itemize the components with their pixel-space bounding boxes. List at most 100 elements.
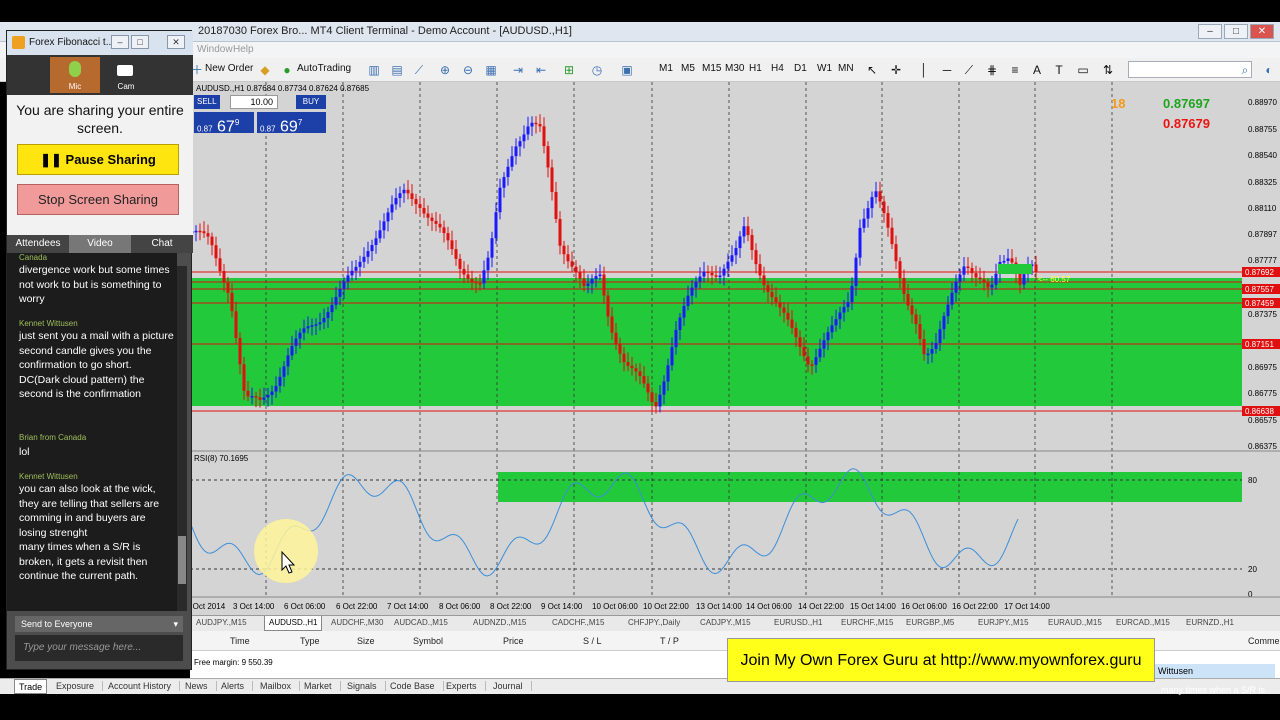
periods-icon[interactable]: ◷ <box>590 63 604 77</box>
terminal-column-header[interactable]: Price <box>503 636 524 646</box>
arrow-icon[interactable]: ▭ <box>1076 63 1090 77</box>
fibonacci-icon[interactable]: ≡ <box>1008 63 1022 77</box>
terminal-tab[interactable]: Trade <box>14 679 48 694</box>
tf-h4[interactable]: H4 <box>771 63 784 74</box>
tf-d1[interactable]: D1 <box>794 63 807 74</box>
terminal-tab[interactable]: Exposure <box>56 681 104 691</box>
buy-button[interactable]: BUY <box>296 95 326 109</box>
minimize-button[interactable]: – <box>1198 24 1222 39</box>
cursor-icon[interactable]: ↖ <box>865 63 879 77</box>
templates-icon[interactable]: ▣ <box>620 63 634 77</box>
candle-body <box>978 277 982 280</box>
terminal-column-header[interactable]: Type <box>300 636 320 646</box>
terminal-tab[interactable]: Alerts <box>221 681 254 691</box>
chat-message-input[interactable]: Type your message here... <box>15 635 183 661</box>
mic-button[interactable]: Mic <box>50 57 100 93</box>
tab-chat[interactable]: Chat <box>131 235 193 253</box>
chat-notification[interactable]: Wittusen many times when a S/R is <box>1125 661 1280 701</box>
chart-tab[interactable]: EURUSD.,H1 <box>774 618 822 627</box>
trendline-icon[interactable]: ⟋ <box>962 63 976 77</box>
tf-h1[interactable]: H1 <box>749 63 762 74</box>
indicators-icon[interactable]: ⊞ <box>562 63 576 77</box>
chat-log[interactable]: Canada divergence work but some times no… <box>7 253 177 611</box>
chart-tab[interactable]: EURJPY.,M15 <box>978 618 1029 627</box>
panel-restore-button[interactable]: □ <box>131 35 149 49</box>
sell-button[interactable]: SELL <box>194 95 220 109</box>
chart-shift-icon[interactable]: ⇥ <box>511 63 525 77</box>
sell-price[interactable]: 0.87 679 <box>194 112 254 135</box>
history-center-icon[interactable]: ◆ <box>258 63 272 77</box>
autotrading-button[interactable]: AutoTrading <box>297 63 351 74</box>
bar-chart-icon[interactable]: ▥ <box>367 63 381 77</box>
maximize-button[interactable]: □ <box>1224 24 1248 39</box>
chart-tab[interactable]: EURCHF.,M15 <box>841 618 893 627</box>
zoom-out-icon[interactable]: ⊖ <box>461 63 475 77</box>
chart-tab[interactable]: EURCAD.,M15 <box>1116 618 1170 627</box>
price-chart[interactable]: <-- 60.57 0.88970 0.88755 0.88540 0.88325 0.8… <box>190 82 1280 615</box>
tf-w1[interactable]: W1 <box>817 63 832 74</box>
terminal-tab[interactable]: Signals <box>347 681 386 691</box>
chart-tab[interactable]: CHFJPY.,Daily <box>628 618 680 627</box>
send-to-select[interactable]: Send to Everyone ▾ <box>15 616 183 632</box>
community-icon[interactable]: ◐ <box>1262 63 1276 77</box>
channel-icon[interactable]: ⋕ <box>985 63 999 77</box>
promo-banner[interactable]: Join My Own Forex Guru at http://www.myo… <box>727 638 1155 682</box>
chart-tab[interactable]: CADJPY.,M15 <box>700 618 751 627</box>
chart-tab[interactable]: EURNZD.,H1 <box>1186 618 1234 627</box>
vertical-line-icon[interactable]: │ <box>917 63 931 77</box>
close-button[interactable]: ✕ <box>1250 24 1274 39</box>
tf-m15[interactable]: M15 <box>702 63 721 74</box>
chart-tab[interactable]: CADCHF.,M15 <box>552 618 604 627</box>
chart-tab[interactable]: AUDCHF.,M30 <box>331 618 383 627</box>
terminal-tab[interactable]: Market <box>304 681 341 691</box>
line-chart-icon[interactable]: ⟋ <box>412 63 426 77</box>
terminal-column-header[interactable]: Time <box>230 636 250 646</box>
scroll-thumb[interactable] <box>178 536 186 584</box>
tf-m1[interactable]: M1 <box>659 63 673 74</box>
terminal-column-header[interactable]: Size <box>357 636 375 646</box>
terminal-tab[interactable]: Mailbox <box>260 681 301 691</box>
terminal-column-header[interactable]: S / L <box>583 636 602 646</box>
terminal-tab[interactable]: Code Base <box>390 681 444 691</box>
label-icon[interactable]: T <box>1052 63 1066 77</box>
cam-button[interactable]: Cam <box>103 57 149 93</box>
tab-attendees[interactable]: Attendees <box>7 235 69 253</box>
tf-m30[interactable]: M30 <box>725 63 744 74</box>
tf-mn[interactable]: MN <box>838 63 854 74</box>
tf-m5[interactable]: M5 <box>681 63 695 74</box>
panel-close-button[interactable]: ✕ <box>167 35 185 49</box>
crosshair-icon[interactable]: ✛ <box>889 63 903 77</box>
search-input[interactable] <box>1128 61 1252 78</box>
pause-sharing-button[interactable]: ❚❚ Pause Sharing <box>17 144 179 175</box>
chart-tab[interactable]: EURAUD.,M15 <box>1048 618 1102 627</box>
chart-tab[interactable]: AUDNZD.,M15 <box>473 618 526 627</box>
arrows-dropdown-icon[interactable]: ⇅ <box>1101 63 1115 77</box>
chart-tab[interactable]: EURGBP.,M5 <box>906 618 954 627</box>
lot-size-input[interactable]: 10.00 <box>230 95 278 109</box>
terminal-column-header[interactable]: T / P <box>660 636 679 646</box>
tab-video[interactable]: Video <box>69 235 131 253</box>
zoom-in-icon[interactable]: ⊕ <box>438 63 452 77</box>
terminal-column-header[interactable]: Comment <box>1248 636 1280 646</box>
chart-tab[interactable]: AUDCAD.,M15 <box>394 618 448 627</box>
panel-minimize-button[interactable]: – <box>111 35 129 49</box>
horizontal-line-icon[interactable]: ─ <box>940 63 954 77</box>
buy-price[interactable]: 0.87 697 <box>257 112 326 135</box>
menu-window[interactable]: Window <box>197 44 233 55</box>
chat-scrollbar[interactable] <box>177 266 187 611</box>
chart-tab[interactable]: AUDUSD.,H1 <box>264 616 323 631</box>
menu-help[interactable]: Help <box>233 44 254 55</box>
autoscroll-icon[interactable]: ⇤ <box>534 63 548 77</box>
terminal-tab[interactable]: Experts <box>446 681 486 691</box>
search-icon[interactable]: ⌕ <box>1238 63 1252 77</box>
chart-tab[interactable]: AUDJPY.,M15 <box>196 618 247 627</box>
new-order-button[interactable]: New Order <box>205 63 253 74</box>
terminal-tab[interactable]: Journal <box>493 681 532 691</box>
stop-sharing-button[interactable]: Stop Screen Sharing <box>17 184 179 215</box>
candle-chart-icon[interactable]: ▤ <box>390 63 404 77</box>
terminal-column-header[interactable]: Symbol <box>413 636 443 646</box>
tile-windows-icon[interactable]: ▦ <box>484 63 498 77</box>
text-icon[interactable]: A <box>1030 63 1044 77</box>
terminal-tab[interactable]: Account History <box>108 681 181 691</box>
terminal-tab[interactable]: News <box>185 681 217 691</box>
